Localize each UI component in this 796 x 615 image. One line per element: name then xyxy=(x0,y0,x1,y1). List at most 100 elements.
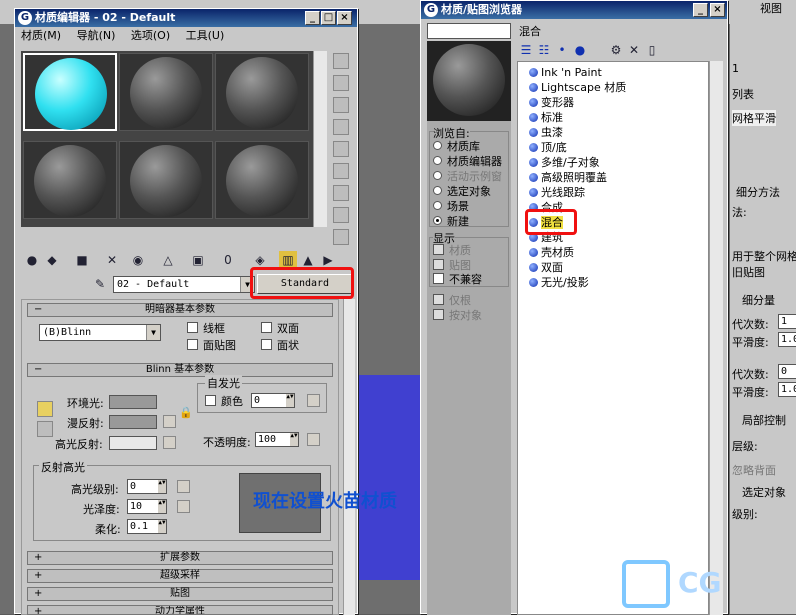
delete-icon[interactable]: ✕ xyxy=(625,41,643,59)
browser-titlebar[interactable]: G 材质/贴图浏览器 _ × xyxy=(421,1,727,19)
list-item[interactable]: 多维/子对象 xyxy=(529,155,600,170)
spinner-arrows-icon[interactable]: ▲▼ xyxy=(286,394,294,407)
opacity-map-button[interactable] xyxy=(307,433,320,446)
minimize-button[interactable]: _ xyxy=(305,11,320,25)
copy-material-icon[interactable]: ◉ xyxy=(129,251,147,269)
close-button[interactable]: × xyxy=(337,11,352,25)
make-unique-icon[interactable]: △ xyxy=(159,251,177,269)
show-maps-checkbox[interactable] xyxy=(433,259,444,270)
view-list-icon[interactable]: ☰ xyxy=(517,41,535,59)
sample-slot-5[interactable] xyxy=(119,141,213,219)
spec-level-map-button[interactable] xyxy=(177,480,190,493)
put-to-library-icon[interactable]: ▣ xyxy=(189,251,207,269)
face-map-checkbox[interactable] xyxy=(187,339,198,350)
video-color-check-icon[interactable] xyxy=(333,141,349,157)
list-item[interactable]: 无光/投影 xyxy=(529,275,589,290)
view-list-icons-icon[interactable]: ☷ xyxy=(535,41,553,59)
supersampling-rollout[interactable]: + 超级采样 xyxy=(27,569,333,583)
pick-material-icon[interactable]: ✎ xyxy=(91,275,109,293)
list-item[interactable]: 虫漆 xyxy=(529,125,563,140)
by-object-checkbox[interactable] xyxy=(433,309,444,320)
sample-slot-4[interactable] xyxy=(23,141,117,219)
uv-tiling-icon[interactable] xyxy=(333,119,349,135)
assign-material-icon[interactable]: ■ xyxy=(73,251,91,269)
radio-scene[interactable] xyxy=(433,201,442,210)
list-item[interactable]: Lightscape 材质 xyxy=(529,80,626,95)
specular-color-swatch[interactable] xyxy=(109,436,157,450)
backlight-icon[interactable] xyxy=(333,75,349,91)
reset-icon[interactable]: ✕ xyxy=(103,251,121,269)
extended-params-rollout[interactable]: + 扩展参数 xyxy=(27,551,333,565)
spinner-arrows-icon[interactable]: ▲▼ xyxy=(158,500,166,513)
material-list-scrollbar[interactable] xyxy=(709,61,723,615)
self-illum-map-button[interactable] xyxy=(307,394,320,407)
view-large-icons-icon[interactable]: ● xyxy=(571,41,589,59)
list-item[interactable]: 标准 xyxy=(529,110,563,125)
view-small-icons-icon[interactable]: • xyxy=(553,41,571,59)
radio-new[interactable] xyxy=(433,216,442,225)
material-map-navigator-icon[interactable] xyxy=(333,229,349,245)
menu-navigation[interactable]: 导航(N) xyxy=(77,29,116,42)
menu-options[interactable]: 选项(O) xyxy=(131,29,170,42)
blinn-basic-rollout[interactable]: − Blinn 基本参数 xyxy=(27,363,333,377)
radio-selected[interactable] xyxy=(433,186,442,195)
minimize-button[interactable]: _ xyxy=(693,3,708,17)
lock-diffuse-icon[interactable] xyxy=(37,421,53,437)
spinner-arrows-icon[interactable]: ▲▼ xyxy=(158,480,166,493)
smoothness-spinner[interactable]: 1.0 xyxy=(778,332,796,347)
local-control-header[interactable]: 局部控制 xyxy=(742,412,786,428)
two-sided-checkbox[interactable] xyxy=(261,322,272,333)
iterations-spinner-2[interactable]: 0 xyxy=(778,364,796,379)
subdivision-method-header[interactable]: 细分方法 xyxy=(736,184,780,200)
spinner-arrows-icon[interactable]: ▲▼ xyxy=(158,520,166,533)
root-only-checkbox[interactable] xyxy=(433,294,444,305)
diffuse-map-button[interactable] xyxy=(163,415,176,428)
list-item[interactable]: 光线跟踪 xyxy=(529,185,585,200)
shader-basic-rollout[interactable]: − 明暗器基本参数 xyxy=(27,303,333,317)
glossiness-map-button[interactable] xyxy=(177,500,190,513)
wire-checkbox[interactable] xyxy=(187,322,198,333)
faceted-checkbox[interactable] xyxy=(261,339,272,350)
soften-spinner[interactable]: 0.1 ▲▼ xyxy=(127,519,167,534)
update-scene-icon[interactable]: ⚙ xyxy=(607,41,625,59)
sample-type-icon[interactable] xyxy=(333,53,349,69)
list-item[interactable]: 壳材质 xyxy=(529,245,574,260)
menu-material[interactable]: 材质(M) xyxy=(21,29,61,42)
iterations-spinner[interactable]: 1 xyxy=(778,314,796,329)
parameters-scrollbar[interactable] xyxy=(343,299,355,615)
self-illum-spinner[interactable]: 0 ▲▼ xyxy=(251,393,295,408)
spinner-arrows-icon[interactable]: ▲▼ xyxy=(290,433,298,446)
material-name-combo[interactable]: 02 - Default ▼ xyxy=(113,276,255,293)
clear-library-icon[interactable]: ▯ xyxy=(643,41,661,59)
maximize-button[interactable]: □ xyxy=(321,11,336,25)
list-item[interactable]: 顶/底 xyxy=(529,140,567,155)
ambient-color-swatch[interactable] xyxy=(109,395,157,409)
material-editor-titlebar[interactable]: G 材质编辑器 - 02 - Default _ □ × xyxy=(15,9,357,27)
options-icon[interactable] xyxy=(333,185,349,201)
get-material-icon[interactable]: ● xyxy=(23,251,41,269)
opacity-spinner[interactable]: 100 ▲▼ xyxy=(255,432,299,447)
show-incompatible-checkbox[interactable] xyxy=(433,273,444,284)
radio-mtl-library[interactable] xyxy=(433,141,442,150)
material-id-icon[interactable]: 0 xyxy=(219,251,237,269)
make-preview-icon[interactable] xyxy=(333,163,349,179)
diffuse-color-swatch[interactable] xyxy=(109,415,157,429)
sample-slot-2[interactable] xyxy=(119,53,213,131)
spec-level-spinner[interactable]: 0 ▲▼ xyxy=(127,479,167,494)
smoothness-spinner-2[interactable]: 1.0 xyxy=(778,382,796,397)
menu-utilities[interactable]: 工具(U) xyxy=(186,29,225,42)
glossiness-spinner[interactable]: 10 ▲▼ xyxy=(127,499,167,514)
radio-active-slot[interactable] xyxy=(433,171,442,180)
self-illum-color-checkbox[interactable] xyxy=(205,395,216,406)
sample-slots-scrollbar[interactable] xyxy=(313,51,327,227)
close-button[interactable]: × xyxy=(710,3,725,17)
sample-slot-1[interactable] xyxy=(23,53,117,131)
list-item[interactable]: Ink 'n Paint xyxy=(529,65,602,80)
select-by-material-icon[interactable] xyxy=(333,207,349,223)
lock-ambient-icon[interactable] xyxy=(37,401,53,417)
meshsmooth-item[interactable]: 网格平滑 xyxy=(732,110,776,126)
specular-map-button[interactable] xyxy=(163,436,176,449)
sample-slot-6[interactable] xyxy=(215,141,309,219)
list-item[interactable]: 变形器 xyxy=(529,95,574,110)
list-item[interactable]: 双面 xyxy=(529,260,563,275)
